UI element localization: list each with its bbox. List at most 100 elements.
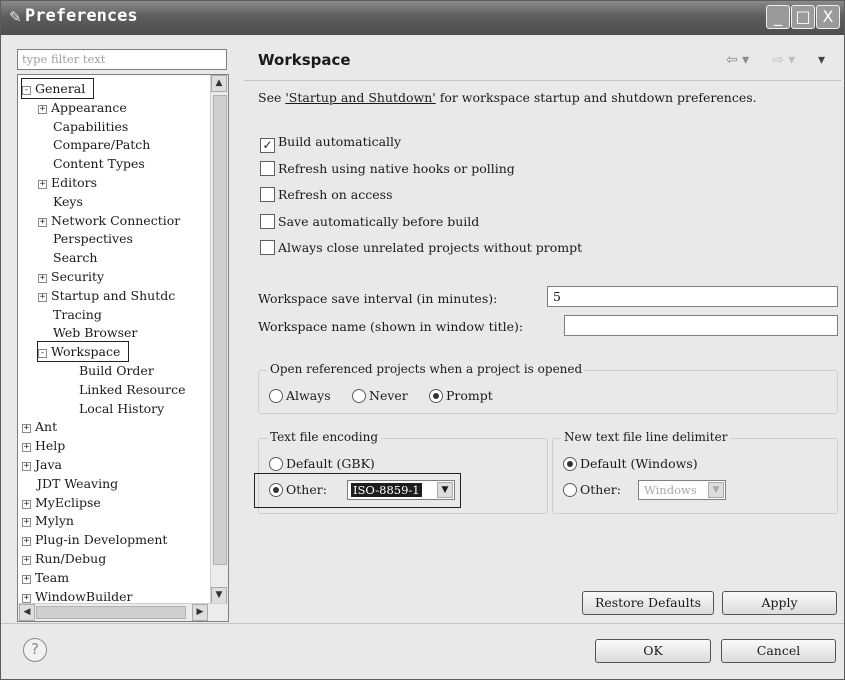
expand-icon[interactable]: + (22, 424, 31, 434)
scroll-left-button[interactable]: ◀ (19, 604, 35, 621)
collapse-icon[interactable]: - (22, 86, 31, 95)
back-nav-icon[interactable]: ⇦ ▾ (726, 52, 749, 68)
tree-item[interactable]: Linked Resource (64, 380, 185, 399)
expand-icon[interactable]: + (22, 462, 31, 471)
tree-item[interactable]: + Team (22, 568, 69, 587)
tree-item[interactable]: JDT Weaving (22, 474, 118, 493)
tree-item[interactable]: Keys (38, 192, 83, 211)
expand-icon[interactable]: + (22, 518, 31, 528)
apply-button[interactable]: Apply (722, 591, 837, 615)
expand-icon[interactable]: + (22, 443, 31, 453)
scroll-thumb[interactable] (213, 95, 227, 565)
collapse-icon[interactable]: - (38, 349, 47, 359)
expand-icon[interactable]: + (22, 537, 31, 547)
startup-shutdown-link[interactable]: 'Startup and Shutdown' (285, 90, 435, 105)
chevron-down-icon[interactable]: ▼ (437, 482, 453, 498)
expand-icon[interactable]: + (22, 499, 31, 509)
checkbox-option[interactable]: Refresh using native hooks or polling (260, 160, 515, 178)
expand-icon[interactable]: + (38, 274, 47, 283)
delimiter-other-radio[interactable]: Other: (563, 481, 621, 499)
chevron-down-icon[interactable]: ▼ (708, 482, 724, 498)
tree-item[interactable]: Search (38, 248, 97, 267)
expand-icon[interactable]: + (38, 180, 47, 189)
encoding-default-circle[interactable] (269, 457, 283, 471)
radio-never-circle[interactable] (352, 389, 366, 403)
expand-icon[interactable]: + (22, 574, 31, 584)
tree-horizontal-scrollbar[interactable]: ◀ ▶ (18, 603, 228, 621)
view-menu-icon[interactable]: ▾ (818, 52, 825, 68)
tree-item[interactable]: Local History (64, 399, 164, 418)
delimiter-combo[interactable]: Windows ▼ (638, 480, 726, 500)
forward-nav-icon[interactable]: ⇨ ▾ (772, 52, 795, 68)
checkbox-icon[interactable] (260, 187, 275, 202)
tree-item-label: WindowBuilder (35, 588, 133, 604)
tree-item[interactable]: + Editors (38, 173, 97, 192)
expand-icon[interactable]: + (38, 292, 47, 302)
tree-item[interactable]: + Network Connectior (38, 211, 180, 230)
checkbox-icon[interactable] (260, 160, 275, 176)
tree-item[interactable]: Build Order (64, 361, 154, 380)
hscroll-thumb[interactable] (36, 606, 186, 619)
encoding-default-radio[interactable]: Default (GBK) (269, 455, 375, 473)
tree-item[interactable]: + Java (22, 455, 62, 474)
radio-always-circle[interactable] (269, 389, 283, 403)
scroll-down-button[interactable]: ▼ (211, 587, 227, 604)
radio-prompt[interactable]: Prompt (429, 387, 493, 405)
checkbox-icon[interactable] (260, 213, 275, 229)
tree-item[interactable]: - Workspace (36, 341, 130, 363)
tree-item[interactable]: + Security (38, 267, 104, 286)
tree-item[interactable]: + Run/Debug (22, 549, 106, 568)
maximize-button[interactable]: □ (791, 5, 815, 29)
radio-always[interactable]: Always (269, 387, 331, 405)
save-interval-input[interactable]: 5 (547, 286, 838, 307)
title-bar[interactable]: ✎ Preferences _ □ X (1, 1, 844, 35)
filter-input[interactable]: type filter text (17, 49, 227, 70)
encoding-other-radio[interactable]: Other: (269, 481, 327, 499)
tree-item[interactable]: Compare/Patch (38, 135, 150, 154)
preferences-tree[interactable]: - General + Appearance Capabilities Compare/P… (17, 74, 229, 622)
tree-item[interactable]: + Ant (22, 417, 57, 436)
scroll-right-button[interactable]: ▶ (192, 604, 208, 621)
checkbox-option[interactable]: Always close unrelated projects without … (260, 239, 582, 257)
tree-item[interactable]: + Appearance (38, 98, 127, 117)
workspace-name-input[interactable] (564, 315, 838, 336)
tree-item-label: Search (53, 250, 98, 266)
expand-icon[interactable]: + (22, 556, 31, 565)
tree-item[interactable]: + Help (22, 436, 65, 455)
tree-vertical-scrollbar[interactable]: ▲ ▼ (210, 75, 228, 604)
checkbox-icon[interactable] (260, 240, 275, 255)
delimiter-default-radio[interactable]: Default (Windows) (563, 455, 698, 473)
tree-item[interactable]: Capabilities (38, 117, 128, 136)
checkbox-option[interactable]: Refresh on access (260, 186, 392, 204)
checkbox-option[interactable]: Save automatically before build (260, 213, 479, 231)
tree-item[interactable]: Tracing (38, 305, 102, 324)
minimize-button[interactable]: _ (766, 5, 790, 29)
delimiter-other-circle[interactable] (563, 483, 577, 497)
delimiter-default-circle[interactable] (563, 457, 577, 471)
ok-button[interactable]: OK (595, 639, 711, 663)
expand-icon[interactable]: + (38, 217, 47, 227)
tree-item[interactable]: + Mylyn (22, 511, 74, 530)
help-icon[interactable]: ? (23, 638, 47, 662)
tree-item[interactable]: + Plug-in Development (22, 530, 167, 549)
checkbox-option[interactable]: ✓ Build automatically (260, 133, 401, 153)
encoding-combo[interactable]: ISO-8859-1 ▼ (347, 480, 455, 500)
tree-item[interactable]: Perspectives (38, 229, 133, 248)
close-button[interactable]: X (816, 5, 840, 29)
tree-item-label: Tracing (53, 306, 102, 322)
tree-item[interactable]: Content Types (38, 154, 145, 173)
tree-item[interactable]: Web Browser (38, 323, 137, 342)
tree-item[interactable]: + MyEclipse (22, 493, 101, 512)
tree-item-label: Mylyn (35, 513, 74, 529)
radio-prompt-circle[interactable] (429, 389, 443, 403)
checkbox-checked-icon[interactable]: ✓ (260, 138, 275, 153)
cancel-button[interactable]: Cancel (721, 639, 836, 663)
encoding-other-circle[interactable] (269, 483, 283, 497)
scroll-up-button[interactable]: ▲ (211, 75, 227, 92)
radio-never[interactable]: Never (352, 387, 408, 405)
restore-defaults-button[interactable]: Restore Defaults (582, 591, 714, 615)
expand-icon[interactable]: + (22, 593, 31, 603)
tree-item[interactable]: + Startup and Shutdc (38, 286, 175, 305)
expand-icon[interactable]: + (38, 104, 47, 114)
tree-item[interactable]: - General (20, 78, 95, 99)
